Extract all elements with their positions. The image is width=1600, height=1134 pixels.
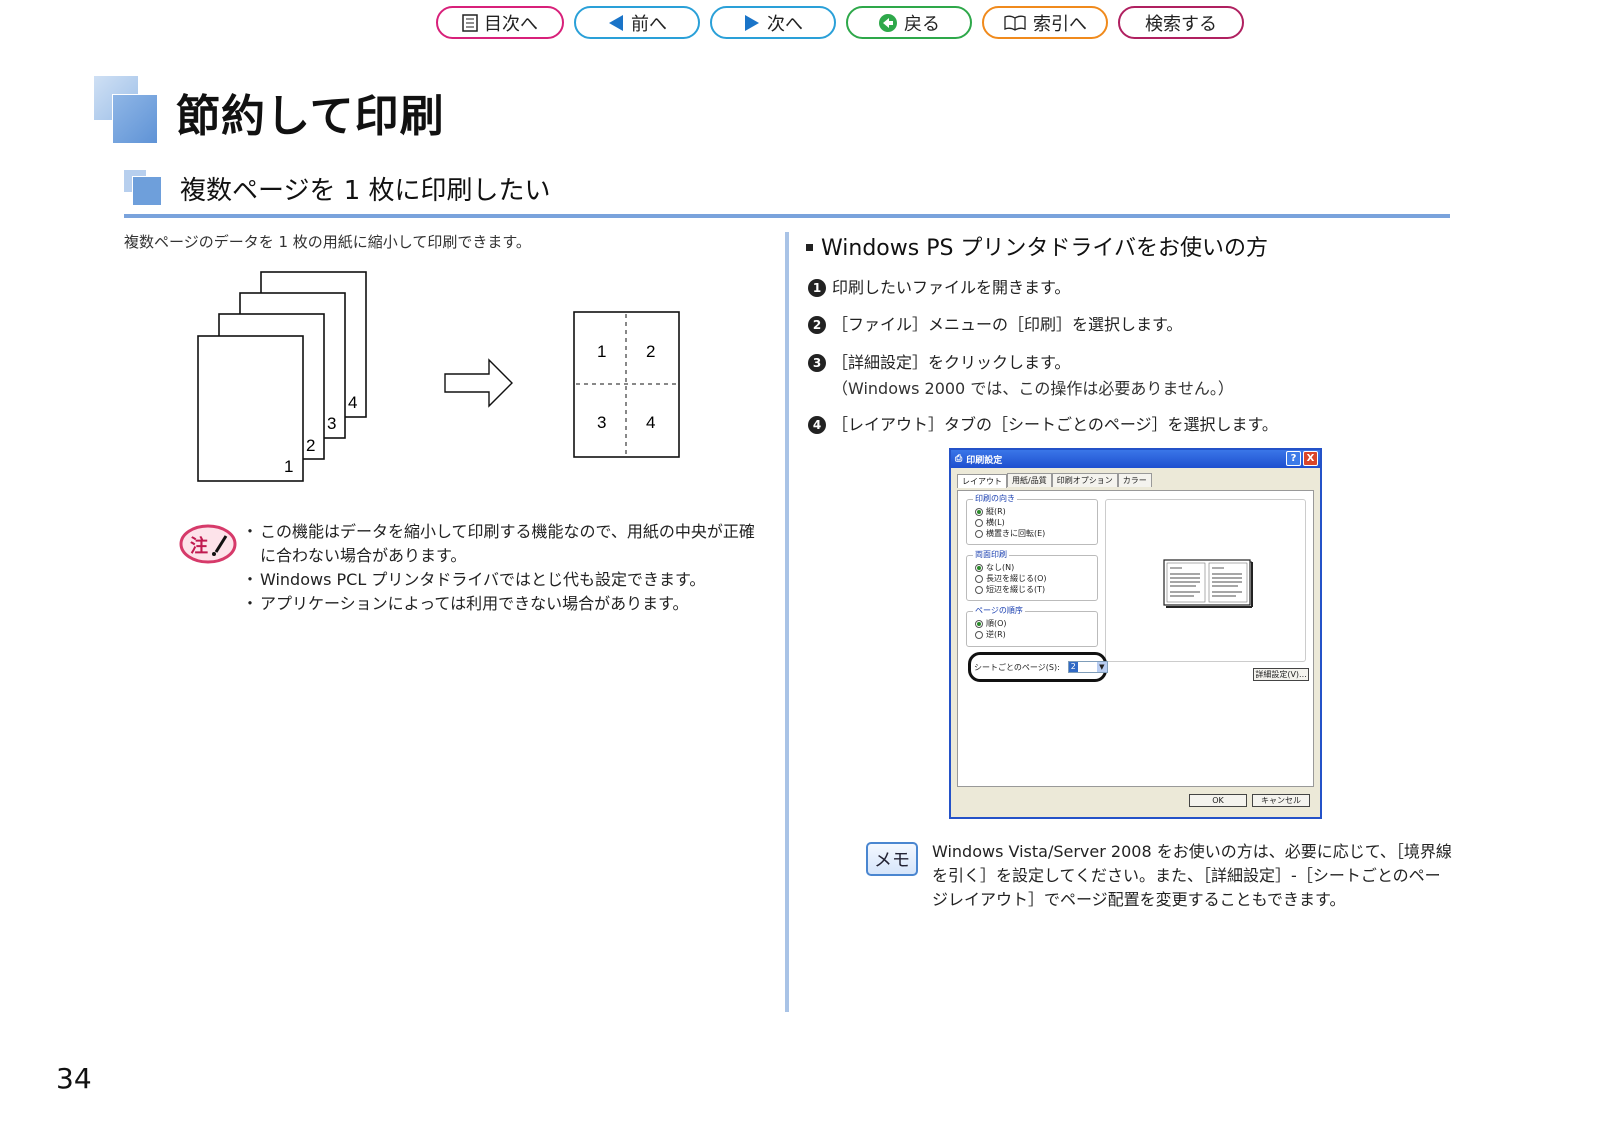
arrow-right-icon (743, 14, 761, 32)
sheet-number-2: 2 (646, 342, 655, 361)
bullet-square-icon (806, 243, 813, 251)
arrow-left-icon (607, 14, 625, 32)
stack-number-2: 2 (306, 436, 315, 455)
index-label: 索引へ (1033, 13, 1087, 35)
next-label: 次へ (767, 13, 803, 35)
subheading: Windows PS プリンタドライバをお使いの方 (806, 230, 1268, 262)
pages-per-sheet-label: シートごとのページ(S): (974, 662, 1060, 672)
book-icon (1003, 14, 1027, 32)
cancel-button[interactable]: キャンセル (1252, 794, 1310, 807)
help-button[interactable]: ? (1286, 451, 1301, 466)
layout-preview (1105, 499, 1306, 662)
step-3: 3 ［詳細設定］をクリックします。 （Windows 2000 では、この操作は必… (808, 350, 1234, 402)
svg-text:注: 注 (190, 535, 208, 557)
tab-print-options[interactable]: 印刷オプション (1051, 473, 1118, 487)
duplex-none-radio[interactable]: なし(N) (975, 562, 1097, 573)
step-text: 印刷したいファイルを開きます。 (832, 278, 1071, 297)
sheet-number-1: 1 (597, 342, 606, 361)
duplex-group: 両面印刷 なし(N) 長辺を綴じる(O) 短辺を綴じる(T) (966, 549, 1098, 601)
tab-layout[interactable]: レイアウト (957, 474, 1007, 488)
note-item: この機能はデータを縮小して印刷する機能なので、用紙の中央が正確に合わない場合があ… (242, 520, 764, 568)
prev-button[interactable]: 前へ (574, 6, 700, 39)
search-button[interactable]: 検索する (1118, 6, 1244, 39)
tab-color[interactable]: カラー (1117, 473, 1152, 487)
print-settings-dialog: ⎙ 印刷設定 ? X レイアウト 用紙/品質 印刷オプション カラー 印刷の向き… (949, 448, 1322, 819)
layout-panel: 印刷の向き 縦(R) 横(L) 横置きに回転(E) 両面印刷 なし(N) 長辺を… (957, 490, 1314, 787)
order-forward-radio[interactable]: 順(O) (975, 618, 1097, 629)
step-text: ［ファイル］メニューの［印刷］を選択します。 (832, 315, 1183, 334)
step-4: 4 ［レイアウト］タブの［シートごとのページ］を選択します。 (808, 412, 1278, 438)
top-navigation: 目次へ 前へ 次へ 戻る 索引へ 検索する (436, 6, 1244, 39)
duplex-short-edge-radio[interactable]: 短辺を綴じる(T) (975, 584, 1097, 595)
sheet-number-3: 3 (597, 413, 606, 432)
dialog-title: 印刷設定 (966, 455, 1003, 466)
memo-text: Windows Vista/Server 2008 をお使いの方は、必要に応じて… (932, 842, 1452, 909)
dialog-tabs: レイアウト 用紙/品質 印刷オプション カラー (951, 468, 1320, 488)
duplex-long-edge-radio[interactable]: 長辺を綴じる(O) (975, 573, 1097, 584)
back-circle-icon (878, 13, 898, 33)
pages-per-sheet-select[interactable]: 2 ▼ (1067, 661, 1108, 673)
section-divider (124, 214, 1450, 218)
chevron-down-icon: ▼ (1096, 662, 1107, 672)
orientation-group: 印刷の向き 縦(R) 横(L) 横置きに回転(E) (966, 493, 1098, 545)
printer-icon: ⎙ (955, 454, 963, 464)
step-subtext: （Windows 2000 では、この操作は必要ありません。） (832, 379, 1234, 398)
step-number: 2 (808, 316, 826, 334)
caution-icon: 注 (179, 524, 237, 564)
section-square-icon (124, 170, 164, 206)
search-label: 検索する (1145, 13, 1217, 35)
stack-number-4: 4 (348, 393, 357, 412)
orientation-landscape-radio[interactable]: 横(L) (975, 517, 1097, 528)
intro-text: 複数ページのデータを 1 枚の用紙に縮小して印刷できます。 (124, 233, 531, 251)
page-number: 34 (56, 1062, 92, 1095)
column-divider (785, 232, 789, 1012)
step-2: 2 ［ファイル］メニューの［印刷］を選択します。 (808, 312, 1182, 338)
toc-button[interactable]: 目次へ (436, 6, 564, 39)
ok-button[interactable]: OK (1189, 794, 1247, 807)
step-1: 1 印刷したいファイルを開きます。 (808, 275, 1070, 301)
note-list: この機能はデータを縮小して印刷する機能なので、用紙の中央が正確に合わない場合があ… (242, 520, 764, 616)
pages-per-sheet-control: シートごとのページ(S): 2 ▼ (974, 661, 1108, 673)
n-up-diagram: 4 3 2 1 1 2 3 4 (197, 271, 680, 482)
toc-icon (462, 13, 478, 32)
step-text: ［詳細設定］をクリックします。 (832, 353, 1071, 372)
page-order-group: ページの順序 順(O) 逆(R) (966, 605, 1098, 647)
orientation-portrait-radio[interactable]: 縦(R) (975, 506, 1097, 517)
step-number: 1 (808, 279, 826, 297)
back-button[interactable]: 戻る (846, 6, 972, 39)
arrow-right-icon (444, 358, 513, 408)
stack-number-3: 3 (327, 414, 336, 433)
order-reverse-radio[interactable]: 逆(R) (975, 629, 1097, 640)
section-title: 複数ページを 1 枚に印刷したい (180, 176, 551, 206)
prev-label: 前へ (631, 13, 667, 35)
back-label: 戻る (904, 13, 940, 35)
advanced-button[interactable]: 詳細設定(V)... (1253, 668, 1309, 681)
toc-label: 目次へ (484, 13, 538, 35)
orientation-rotated-radio[interactable]: 横置きに回転(E) (975, 528, 1097, 539)
tab-paper-quality[interactable]: 用紙/品質 (1007, 473, 1052, 487)
next-button[interactable]: 次へ (710, 6, 836, 39)
title-square-icon (94, 76, 164, 146)
dialog-titlebar: ⎙ 印刷設定 ? X (951, 450, 1320, 468)
step-number: 4 (808, 416, 826, 434)
page-title: 節約して印刷 (176, 91, 445, 142)
note-item: Windows PCL プリンタドライバではとじ代も設定できます。 (242, 568, 764, 592)
stack-number-1: 1 (284, 457, 293, 476)
step-number: 3 (808, 354, 826, 372)
memo-icon: メモ (866, 842, 918, 876)
close-button[interactable]: X (1303, 451, 1318, 466)
sheet-number-4: 4 (646, 413, 655, 432)
note-item: アプリケーションによっては利用できない場合があります。 (242, 592, 764, 616)
index-button[interactable]: 索引へ (982, 6, 1108, 39)
step-text: ［レイアウト］タブの［シートごとのページ］を選択します。 (832, 415, 1278, 434)
